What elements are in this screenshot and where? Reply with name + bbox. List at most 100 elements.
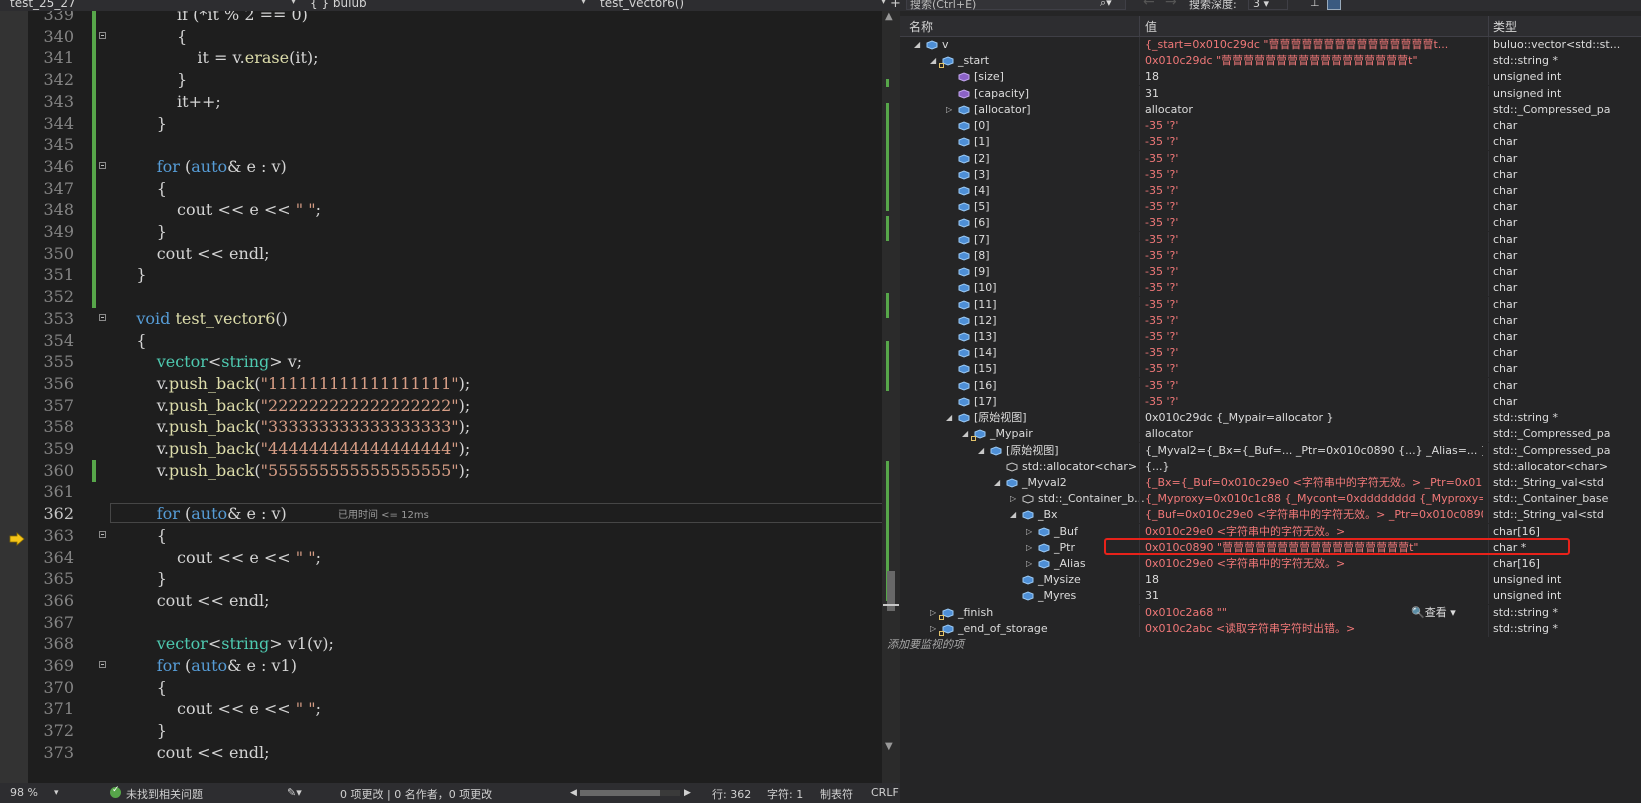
code-text[interactable]: cout << e << " "; <box>116 199 321 221</box>
collapse-arrow-icon[interactable]: ◢ <box>914 37 920 53</box>
watch-row[interactable]: ◢ v {_start=0x010c29dc "萺萺萺萺萺萺萺萺萺萺萺萺萺萺萺t..… <box>900 37 1641 53</box>
code-text[interactable]: v.push_back("111111111111111111"); <box>116 373 471 395</box>
watch-name[interactable]: [17] <box>974 394 997 410</box>
watch-name[interactable]: [10] <box>974 280 997 296</box>
watch-row[interactable]: [7] -35 '?' char <box>900 231 1641 248</box>
line-number[interactable]: 356 <box>28 373 74 395</box>
watch-row[interactable]: ◢ _start 0x010c29dc "萺萺萺萺萺萺萺萺萺萺萺萺萺萺萺萺萺t" st… <box>900 53 1641 70</box>
code-text[interactable]: { <box>116 330 146 352</box>
code-line[interactable]: 369 for (auto& e : v1) <box>28 655 893 677</box>
watch-name[interactable]: [9] <box>974 264 990 280</box>
code-line[interactable]: 360 v.push_back("555555555555555555"); <box>28 459 893 482</box>
watch-name[interactable]: [原始视图] <box>974 410 1027 426</box>
watch-value[interactable]: -35 '?' <box>1145 134 1483 150</box>
watch-value[interactable]: 31 <box>1145 588 1483 604</box>
watch-type[interactable]: char <box>1493 232 1641 248</box>
watch-row[interactable]: [4] -35 '?' char <box>900 182 1641 199</box>
watch-type[interactable]: char <box>1493 297 1641 313</box>
code-text[interactable]: for (auto& e : v) <box>116 503 287 525</box>
watch-name[interactable]: [allocator] <box>974 102 1031 118</box>
line-number[interactable]: 340 <box>28 26 74 48</box>
code-line[interactable]: 353 void test_vector6() <box>28 308 893 330</box>
watch-value[interactable]: 0x010c0890 "萺萺萺萺萺萺萺萺萺萺萺萺萺萺萺萺萺t" <box>1145 540 1483 556</box>
line-number[interactable]: 359 <box>28 438 74 460</box>
line-number[interactable]: 349 <box>28 221 74 243</box>
watch-name[interactable]: [16] <box>974 378 997 394</box>
watch-name[interactable]: [capacity] <box>974 86 1029 102</box>
code-line[interactable]: 343 it++; <box>28 90 893 113</box>
line-number[interactable]: 372 <box>28 720 74 742</box>
zoom-level[interactable]: 98 % <box>10 786 38 799</box>
watch-value[interactable]: -35 '?' <box>1145 297 1483 313</box>
watch-value[interactable]: 0x010c29e0 <字符串中的字符无效。> <box>1145 556 1483 572</box>
line-number[interactable]: 350 <box>28 243 74 265</box>
watch-type[interactable]: char <box>1493 199 1641 215</box>
code-line[interactable]: 351 } <box>28 264 893 287</box>
watch-type[interactable]: char <box>1493 280 1641 296</box>
watch-row[interactable]: ▷ [allocator] allocator std::_Compressed_pa <box>900 101 1641 118</box>
watch-value[interactable]: {...} <box>1145 459 1483 475</box>
scope-dropdown[interactable]: { } bulub ▾ <box>310 0 590 10</box>
watch-type[interactable]: std::string * <box>1493 605 1641 621</box>
code-line[interactable]: 365 } <box>28 568 893 590</box>
pin-icon[interactable]: ⊥ <box>1310 0 1320 9</box>
split-add-icon[interactable]: + <box>890 0 900 11</box>
collapse-arrow-icon[interactable]: ◢ <box>930 53 936 69</box>
code-line[interactable]: 372 } <box>28 720 893 742</box>
watch-type[interactable]: std::string * <box>1493 410 1641 426</box>
code-text[interactable]: v.push_back("444444444444444444"); <box>116 438 471 460</box>
watch-name[interactable]: [1] <box>974 134 990 150</box>
scroll-left-icon[interactable]: ◀ <box>570 788 577 798</box>
watch-type[interactable]: unsigned int <box>1493 572 1641 588</box>
watch-type[interactable]: char <box>1493 361 1641 377</box>
watch-name[interactable]: [0] <box>974 118 990 134</box>
watch-name[interactable]: [4] <box>974 183 990 199</box>
code-line[interactable]: 345 <box>28 134 893 157</box>
line-number[interactable]: 367 <box>28 612 74 634</box>
code-text[interactable]: cout << e << " "; <box>116 698 321 720</box>
watch-row[interactable]: ◢ [原始视图] {_Myval2={_Bx={_Buf=... _Ptr=0x01… <box>900 442 1641 459</box>
watch-row[interactable]: [2] -35 '?' char <box>900 150 1641 167</box>
collapse-icon[interactable] <box>99 161 106 169</box>
code-text[interactable]: { <box>116 677 167 699</box>
watch-type[interactable]: char <box>1493 248 1641 264</box>
watch-type[interactable]: char <box>1493 345 1641 361</box>
watch-row[interactable]: ▷ _end_of_storage 0x010c2abc <读取字符串字符时出错。>… <box>900 620 1641 637</box>
code-text[interactable]: } <box>116 264 146 286</box>
watch-name[interactable]: _Alias <box>1054 556 1086 572</box>
watch-value[interactable]: -35 '?' <box>1145 345 1483 361</box>
line-number[interactable]: 348 <box>28 199 74 221</box>
watch-type[interactable]: std::_Container_base <box>1493 491 1641 507</box>
code-text[interactable]: v.push_back("333333333333333333"); <box>116 416 471 438</box>
watch-name[interactable]: [5] <box>974 199 990 215</box>
line-number[interactable]: 362 <box>28 503 74 525</box>
watch-value[interactable]: allocator <box>1145 426 1483 442</box>
watch-type[interactable]: std::_Compressed_pa <box>1493 443 1641 459</box>
issues-status[interactable]: 未找到相关问题 <box>126 786 203 802</box>
forward-arrow-icon[interactable]: → <box>1165 0 1177 10</box>
watch-row[interactable]: ◢ [原始视图] 0x010c29dc {_Mypair=allocator } st… <box>900 410 1641 427</box>
watch-type[interactable]: char <box>1493 394 1641 410</box>
watch-value[interactable]: 0x010c29dc "萺萺萺萺萺萺萺萺萺萺萺萺萺萺萺萺萺t" <box>1145 53 1483 69</box>
line-number[interactable]: 345 <box>28 134 74 156</box>
code-text[interactable]: vector<string> v1(v); <box>116 633 334 655</box>
watch-value[interactable]: allocator <box>1145 102 1483 118</box>
watch-type[interactable]: std::_String_val<std <box>1493 507 1641 523</box>
perf-tip[interactable]: 已用时间 <= 12ms <box>338 505 429 527</box>
code-line[interactable]: 346 for (auto& e : v) <box>28 155 893 178</box>
watch-value[interactable]: -35 '?' <box>1145 248 1483 264</box>
collapse-arrow-icon[interactable]: ◢ <box>1010 507 1016 523</box>
code-text[interactable]: } <box>116 221 167 243</box>
watch-name[interactable]: _Ptr <box>1054 540 1075 556</box>
watch-value[interactable]: {_Buf=0x010c29e0 <字符串中的字符无效。> _Ptr=0x010… <box>1145 507 1483 523</box>
expand-arrow-icon[interactable]: ▷ <box>946 102 952 118</box>
code-text[interactable]: } <box>116 69 187 91</box>
watch-row[interactable]: [16] -35 '?' char <box>900 377 1641 394</box>
back-arrow-icon[interactable]: ← <box>1143 0 1155 10</box>
code-line[interactable]: 366 cout << endl; <box>28 590 893 612</box>
watch-value[interactable]: -35 '?' <box>1145 280 1483 296</box>
search-depth-select[interactable]: 3 ▾ <box>1248 0 1288 10</box>
line-ending[interactable]: CRLF <box>871 786 899 799</box>
watch-row[interactable]: [12] -35 '?' char <box>900 312 1641 329</box>
watch-row[interactable]: ◢ _Bx {_Buf=0x010c29e0 <字符串中的字符无效。> _Ptr=0… <box>900 507 1641 524</box>
